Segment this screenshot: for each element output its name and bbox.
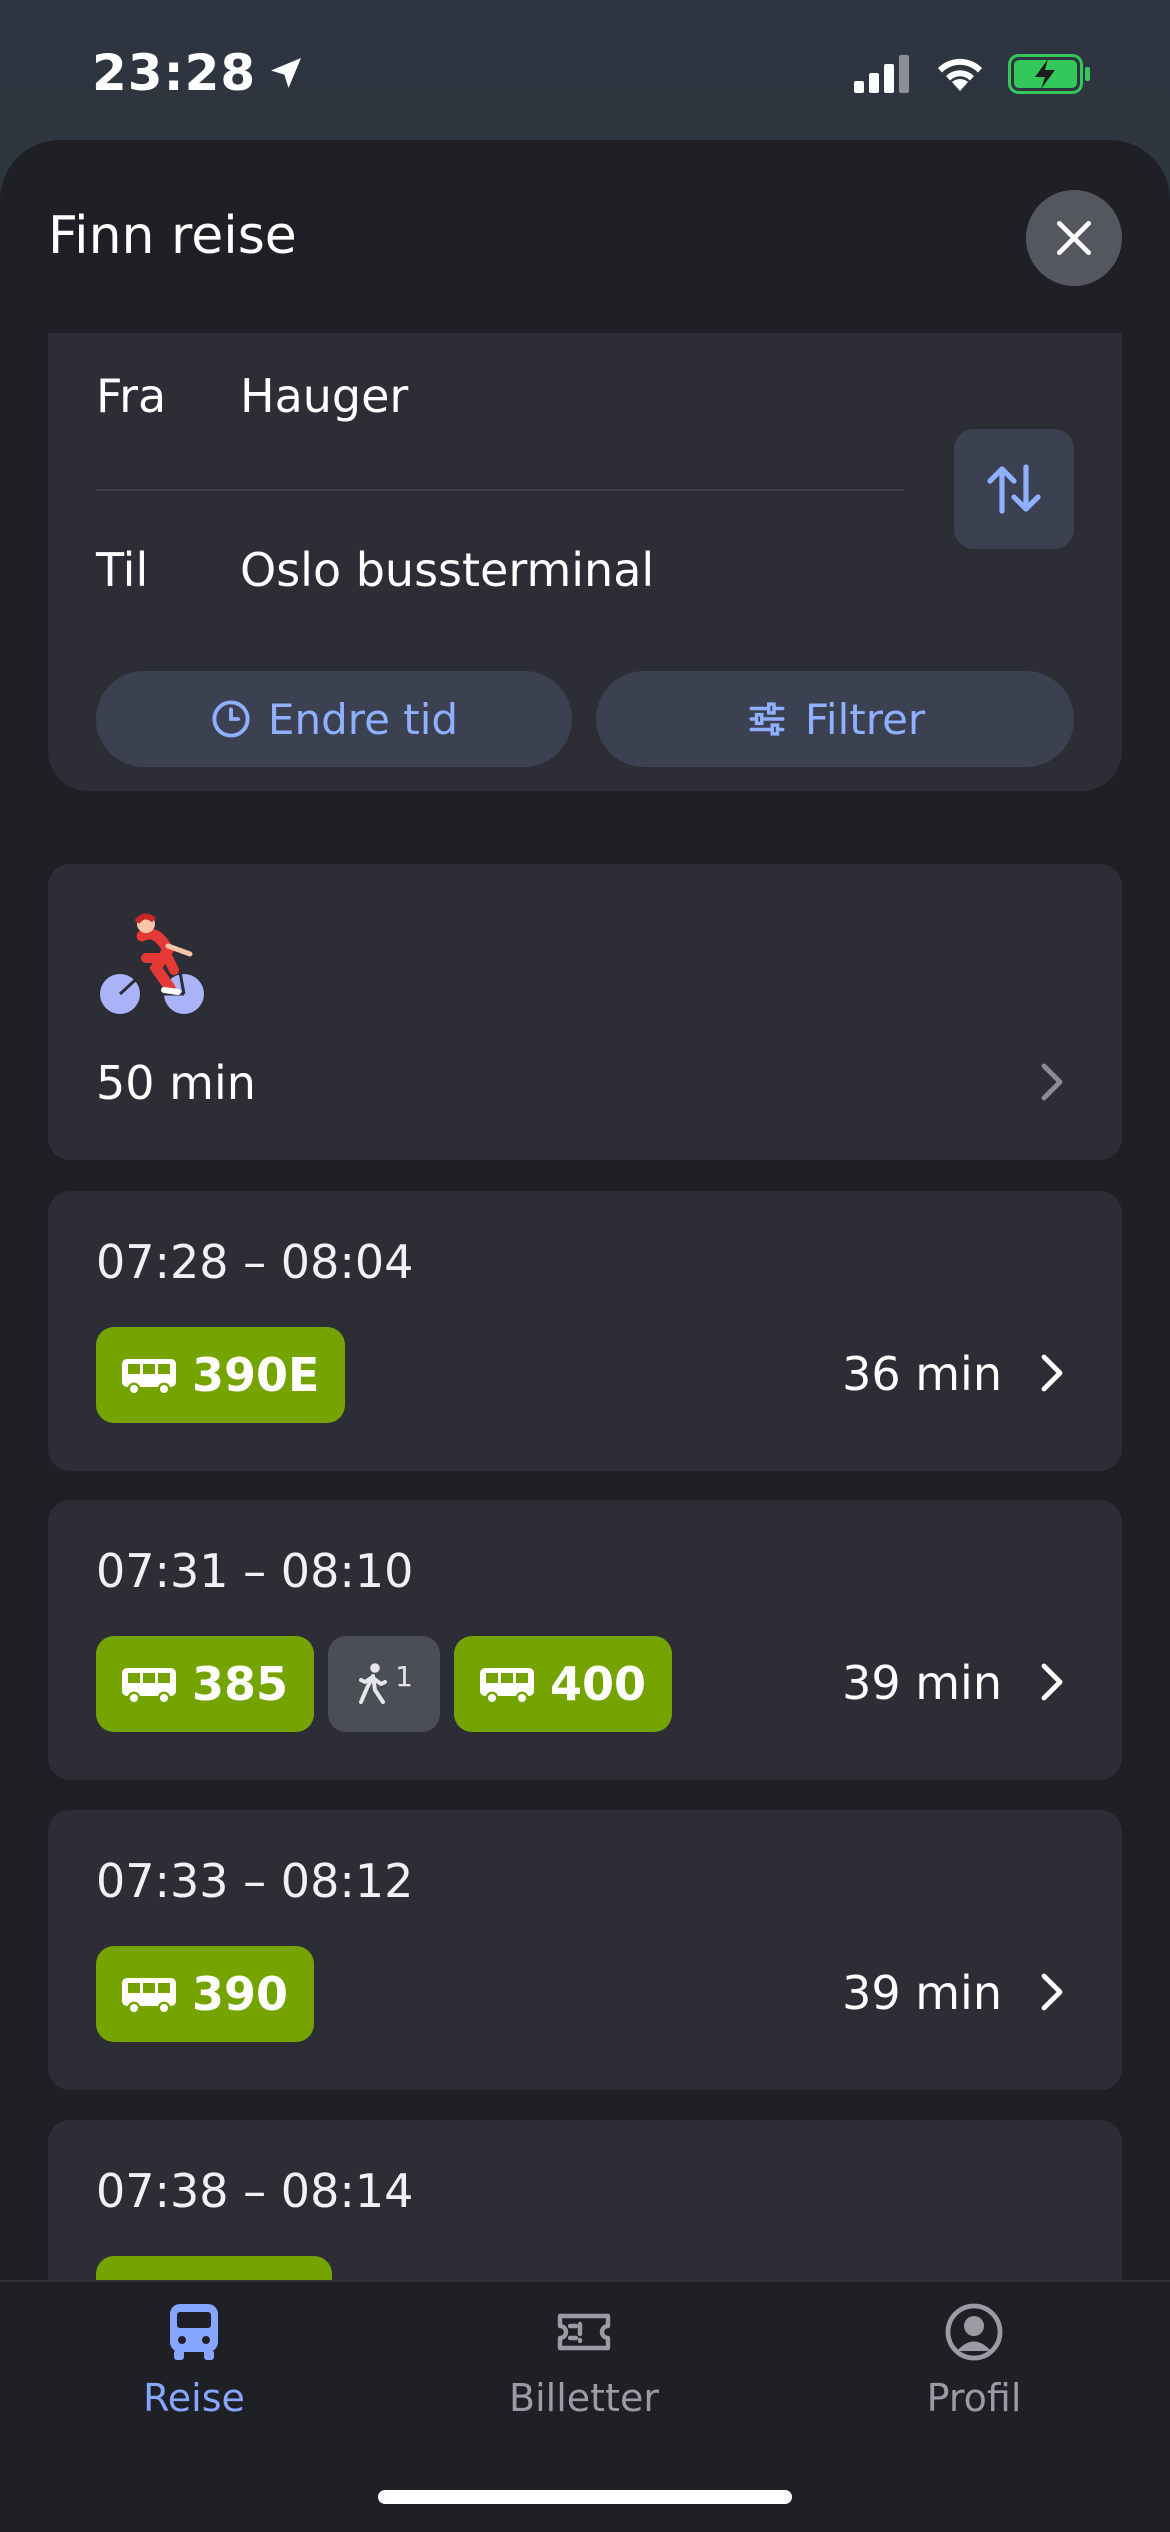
bus-line-number: 385: [192, 1657, 289, 1711]
close-icon: [1056, 220, 1092, 256]
clock-icon: [212, 700, 250, 738]
walking-person-icon: [359, 1663, 388, 1704]
chevron-right-icon: [1041, 1663, 1063, 1701]
sliders-icon: [749, 702, 785, 736]
trip-time-range: 07:28 – 08:04: [96, 1235, 414, 1289]
location-arrow-icon: [271, 58, 302, 88]
trip-legs: 390: [96, 1946, 315, 2042]
bus-icon: [480, 1668, 535, 1704]
trip-time-range: 07:33 – 08:12: [96, 1854, 414, 1908]
change-time-button[interactable]: Endre tid: [96, 671, 572, 767]
bus-line-number: 390E: [192, 1348, 320, 1402]
status-time: 23:28: [92, 44, 306, 102]
bus-icon: [122, 1359, 176, 1395]
to-field[interactable]: Oslo bussterminal: [240, 543, 654, 597]
bus-line-number: 400: [550, 1657, 647, 1711]
bike-duration: 50 min: [96, 1056, 256, 1110]
bus-line-badge: 400: [454, 1636, 673, 1732]
trip-card[interactable]: 07:31 – 08:10 385 1 400 39 min: [48, 1500, 1122, 1780]
chevron-right-icon: [1041, 1973, 1063, 2011]
bus-line-badge: 390E: [96, 1327, 346, 1423]
bus-line-badge: 385: [96, 1636, 315, 1732]
walk-count: 1: [395, 1659, 413, 1693]
battery-charging-icon: [1008, 54, 1090, 94]
from-field[interactable]: Hauger: [240, 369, 408, 423]
trip-card[interactable]: 07:33 – 08:12 390 39 min: [48, 1810, 1122, 2090]
chevron-right-icon: [1041, 1063, 1063, 1101]
tab-billetter[interactable]: Billetter: [454, 2300, 714, 2450]
trip-time-range: 07:31 – 08:10: [96, 1544, 414, 1598]
tab-label: Profil: [926, 2376, 1022, 2420]
trip-duration: 39 min: [842, 1966, 1002, 2020]
close-button[interactable]: [1026, 190, 1122, 286]
bus-icon: [170, 2304, 218, 2360]
tab-reise[interactable]: Reise: [64, 2300, 324, 2450]
to-label: Til: [96, 543, 149, 597]
bike-option-card[interactable]: 50 min: [48, 864, 1122, 1160]
filter-label: Filtrer: [804, 694, 926, 744]
trip-card[interactable]: 07:28 – 08:04 390E 36 min: [48, 1191, 1122, 1471]
bus-icon: [122, 1978, 176, 2014]
cellular-signal-icon: [854, 55, 909, 93]
swap-arrows-icon: [987, 464, 1041, 514]
swap-button[interactable]: [954, 429, 1074, 549]
home-indicator: [378, 2490, 792, 2504]
trip-legs: 385 1 400: [96, 1636, 673, 1732]
tab-profil[interactable]: Profil: [844, 2300, 1104, 2450]
search-card: Fra Hauger Til Oslo bussterminal Endre t…: [48, 333, 1122, 791]
change-time-label: Endre tid: [267, 694, 459, 744]
clock-text: 23:28: [92, 44, 257, 102]
wifi-icon: [938, 58, 982, 91]
trip-duration: 39 min: [842, 1656, 1002, 1710]
status-bar: 23:28: [0, 0, 1170, 140]
filter-button[interactable]: Filtrer: [596, 671, 1074, 767]
walk-leg-badge: 1: [328, 1636, 441, 1732]
cyclist-illustration: [100, 913, 204, 1014]
trip-duration: 36 min: [842, 1347, 1002, 1401]
tab-label: Reise: [143, 2376, 245, 2420]
from-label: Fra: [96, 369, 167, 423]
trip-time-range: 07:38 – 08:14: [96, 2164, 414, 2218]
chevron-right-icon: [1041, 1354, 1063, 1392]
status-indicators: [854, 54, 1092, 94]
page-title: Finn reise: [48, 206, 297, 266]
trip-search-sheet: Finn reise Fra Hauger Til Oslo busstermi…: [0, 140, 1170, 2532]
ticket-icon: [557, 2313, 611, 2351]
profile-icon: [945, 2303, 1003, 2361]
bus-icon: [122, 1668, 176, 1704]
tab-label: Billetter: [509, 2376, 659, 2420]
trip-legs: 390E: [96, 1327, 346, 1423]
bus-line-number: 390: [192, 1967, 289, 2021]
field-divider: [96, 489, 904, 491]
bus-line-badge: 390: [96, 1946, 315, 2042]
